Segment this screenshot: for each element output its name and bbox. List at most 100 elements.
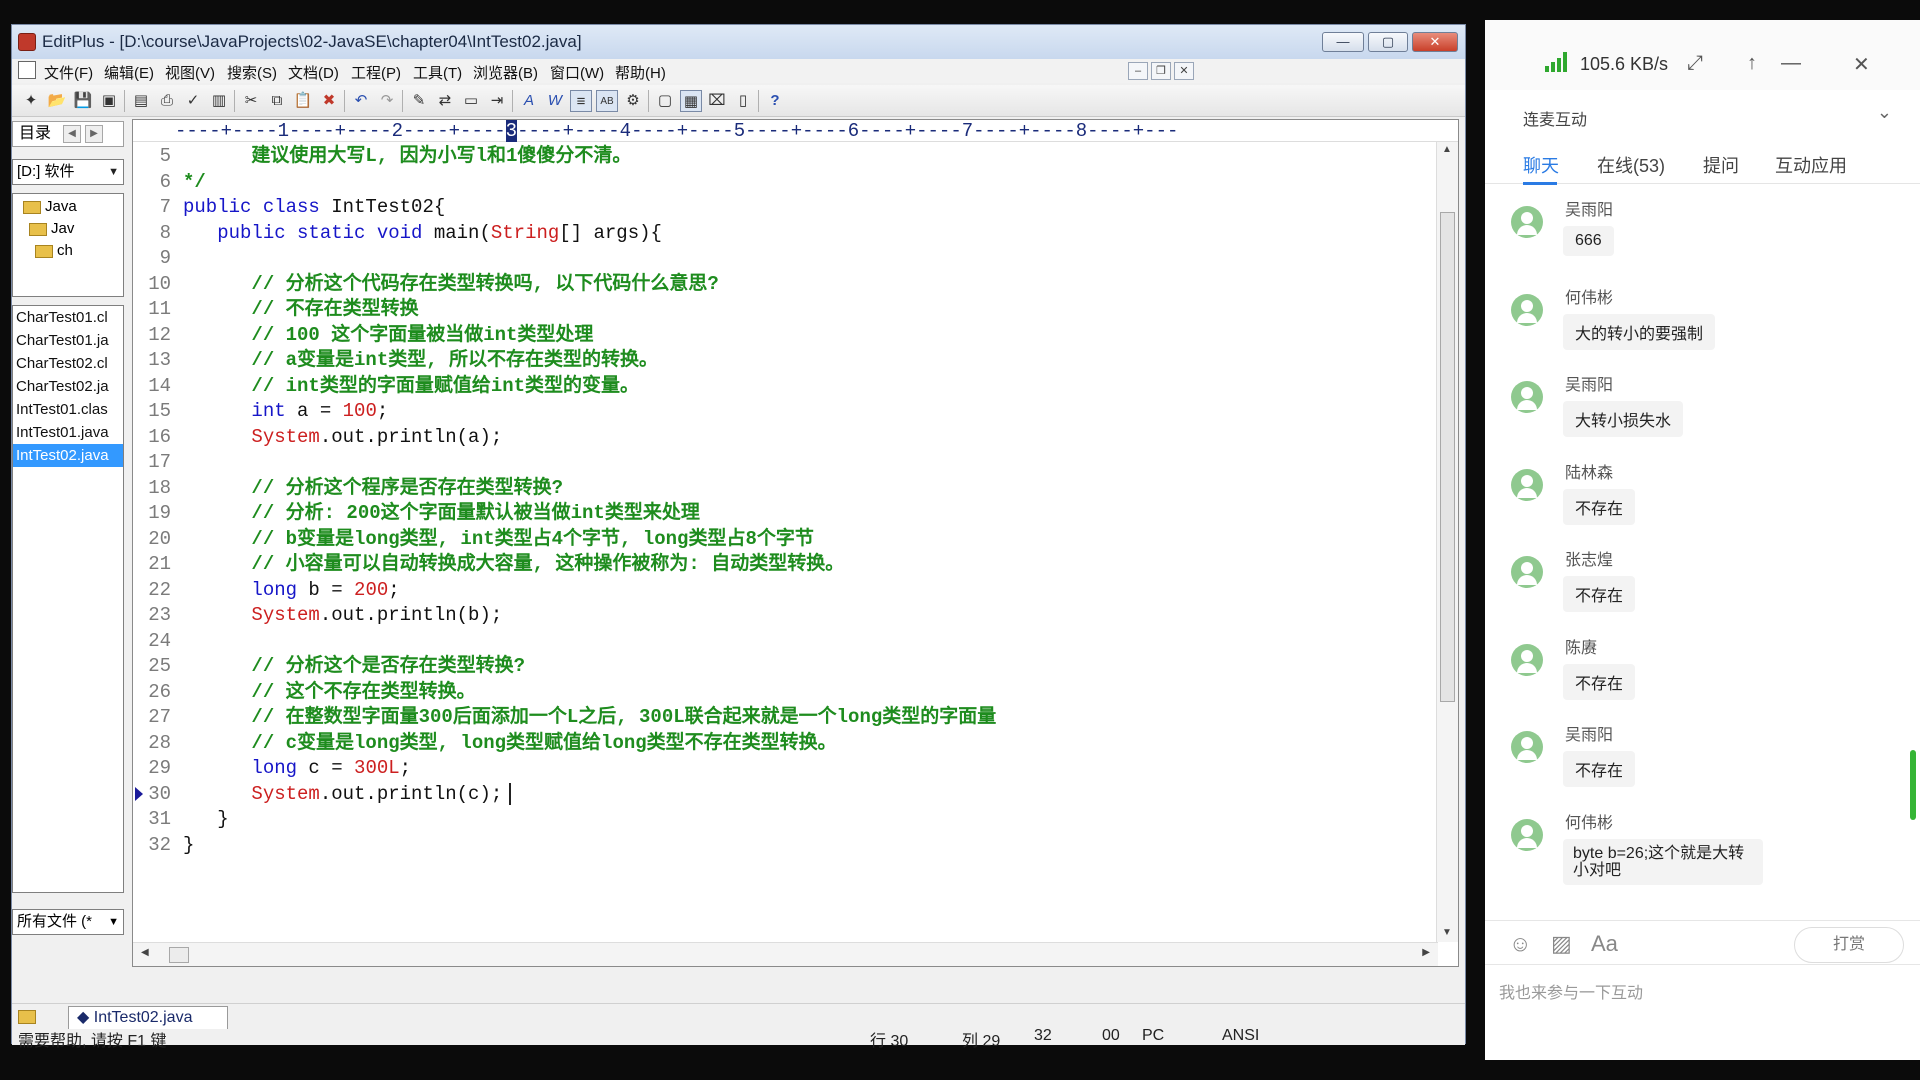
vertical-scrollbar[interactable]: ▲ ▼ [1436, 142, 1458, 942]
cliptext-icon[interactable]: ▯ [732, 90, 754, 112]
code-line[interactable]: 17 [133, 450, 1436, 475]
directory-tab[interactable]: 目录 ◀ ▶ [12, 121, 124, 147]
avatar[interactable] [1511, 381, 1543, 413]
replace-icon[interactable]: ⇄ [434, 90, 456, 112]
maximize-button[interactable]: ▢ [1368, 32, 1408, 52]
code-line[interactable]: 22 long b = 200; [133, 578, 1436, 603]
tree-folder[interactable]: Java [23, 196, 77, 218]
close-button[interactable]: ✕ [1412, 32, 1458, 52]
file-filter-select[interactable]: 所有文件 (* ▼ [12, 909, 124, 935]
code-line[interactable]: 11 // 不存在类型转换 [133, 297, 1436, 322]
paste-icon[interactable]: 📋 [292, 90, 314, 112]
font-size-icon[interactable]: Aa [1591, 931, 1618, 957]
close-icon[interactable]: ✕ [1853, 52, 1870, 77]
chat-username[interactable]: 何伟彬 [1565, 809, 1613, 833]
code-line[interactable]: 19 // 分析: 200这个字面量默认被当做int类型来处理 [133, 501, 1436, 526]
help-icon[interactable]: ? [764, 90, 786, 112]
menu-window[interactable]: 窗口(W) [550, 62, 604, 83]
goto-icon[interactable]: ⇥ [486, 90, 508, 112]
code-line[interactable]: 6 */ [133, 170, 1436, 195]
file-item[interactable]: CharTest02.cl [13, 352, 123, 375]
code-area[interactable]: 5 建议使用大写L, 因为小写l和1傻傻分不清。 6 */7 public class… [133, 144, 1436, 922]
chat-username[interactable]: 吴雨阳 [1565, 721, 1613, 745]
code-line[interactable]: 8 public static void main(String[] args)… [133, 221, 1436, 246]
menu-document[interactable]: 文档(D) [288, 62, 339, 83]
tab-chat[interactable]: 聊天 [1523, 152, 1559, 178]
file-item[interactable]: CharTest02.ja [13, 375, 123, 398]
drive-select[interactable]: [D:] 软件 ▼ [12, 159, 124, 185]
hscroll-thumb[interactable] [169, 947, 189, 963]
file-item-selected[interactable]: IntTest02.java [13, 444, 123, 467]
spellcheck-icon[interactable]: ✓ [182, 90, 204, 112]
menu-edit[interactable]: 编辑(E) [104, 62, 154, 83]
panel-next-icon[interactable]: ▶ [85, 125, 103, 143]
code-line[interactable]: 10 // 分析这个代码存在类型转换吗, 以下代码什么意思? [133, 272, 1436, 297]
avatar[interactable] [1511, 468, 1543, 501]
reward-button[interactable]: 打赏 [1794, 927, 1904, 963]
code-line[interactable]: 15 int a = 100; [133, 399, 1436, 424]
output-icon[interactable]: ⌧ [706, 90, 728, 112]
menu-search[interactable]: 搜索(S) [227, 62, 277, 83]
expand-icon[interactable]: ⤢ [1687, 52, 1703, 75]
clip-icon[interactable]: ▭ [460, 90, 482, 112]
code-line[interactable]: 30 System.out.println(c); [133, 782, 1436, 807]
cut-icon[interactable]: ✂ [240, 90, 262, 112]
tab-online[interactable]: 在线(53) [1597, 152, 1665, 178]
menu-help[interactable]: 帮助(H) [615, 62, 666, 83]
line-number-icon[interactable]: ≡ [570, 90, 592, 112]
delete-icon[interactable]: ✖ [318, 90, 340, 112]
scroll-right-icon[interactable]: ▶ [1422, 947, 1430, 958]
tab-interactive-apps[interactable]: 互动应用 [1775, 152, 1847, 178]
code-line[interactable]: 23 System.out.println(b); [133, 603, 1436, 628]
chat-username[interactable]: 吴雨阳 [1565, 196, 1613, 220]
scroll-thumb[interactable] [1440, 212, 1455, 702]
code-line[interactable]: 28 // c变量是long类型, long类型赋值给long类型不存在类型转换… [133, 731, 1436, 756]
doc-close-button[interactable]: ✕ [1174, 62, 1194, 80]
chat-username[interactable]: 张志煌 [1565, 546, 1613, 570]
scroll-down-icon[interactable]: ▼ [1442, 927, 1452, 938]
code-line[interactable]: 7 public class IntTest02{ [133, 195, 1436, 220]
directory-icon[interactable]: ▦ [680, 90, 702, 112]
code-line[interactable]: 18 // 分析这个程序是否存在类型转换? [133, 476, 1436, 501]
settings-icon[interactable]: ⚙ [622, 90, 644, 112]
code-line[interactable]: 26 // 这个不存在类型转换。 [133, 680, 1436, 705]
save-icon[interactable]: 💾 [72, 90, 94, 112]
chat-username[interactable]: 吴雨阳 [1565, 371, 1613, 395]
browser-icon[interactable]: ▢ [654, 90, 676, 112]
code-line[interactable]: 29 long c = 300L; [133, 756, 1436, 781]
room-label[interactable]: 连麦互动 [1523, 106, 1587, 130]
tab-questions[interactable]: 提问 [1703, 152, 1739, 178]
emoji-icon[interactable]: ☺ [1509, 931, 1531, 957]
menu-tools[interactable]: 工具(T) [413, 62, 462, 83]
redo-icon[interactable]: ↷ [376, 90, 398, 112]
open-folder-icon[interactable]: 📂 [46, 90, 68, 112]
save-all-icon[interactable]: ▣ [98, 90, 120, 112]
file-item[interactable]: CharTest01.cl [13, 306, 123, 329]
menu-view[interactable]: 视图(V) [165, 62, 215, 83]
properties-icon[interactable]: ▥ [208, 90, 230, 112]
code-editor[interactable]: ----+----1----+----2----+----3----+----4… [132, 119, 1459, 967]
code-line[interactable]: 25 // 分析这个是否存在类型转换? [133, 654, 1436, 679]
code-line[interactable]: 12 // 100 这个字面量被当做int类型处理 [133, 323, 1436, 348]
doc-minimize-button[interactable]: – [1128, 62, 1148, 80]
code-line[interactable]: 20 // b变量是long类型, int类型占4个字节, long类型占8个字… [133, 527, 1436, 552]
avatar[interactable] [1511, 556, 1543, 588]
find-icon[interactable]: ✎ [408, 90, 430, 112]
scroll-left-icon[interactable]: ◀ [141, 947, 149, 958]
code-line[interactable]: 31 } [133, 807, 1436, 832]
file-item[interactable]: CharTest01.ja [13, 329, 123, 352]
menu-project[interactable]: 工程(P) [351, 62, 401, 83]
code-line[interactable]: 32} [133, 833, 1436, 858]
code-line[interactable]: 24 [133, 629, 1436, 654]
code-line[interactable]: 27 // 在整数型字面量300后面添加一个L之后, 300L联合起来就是一个l… [133, 705, 1436, 730]
avatar[interactable] [1511, 206, 1543, 238]
code-line[interactable]: 16 System.out.println(a); [133, 425, 1436, 450]
doc-restore-button[interactable]: ❐ [1151, 62, 1171, 80]
tree-folder[interactable]: ch [35, 240, 73, 262]
code-line[interactable]: 14 // int类型的字面量赋值给int类型的变量。 [133, 374, 1436, 399]
avatar[interactable] [1511, 293, 1543, 326]
chat-scroll-indicator[interactable] [1910, 750, 1916, 820]
file-item[interactable]: IntTest01.java [13, 421, 123, 444]
file-item[interactable]: IntTest01.clas [13, 398, 123, 421]
code-line[interactable]: 13 // a变量是int类型, 所以不存在类型的转换。 [133, 348, 1436, 373]
